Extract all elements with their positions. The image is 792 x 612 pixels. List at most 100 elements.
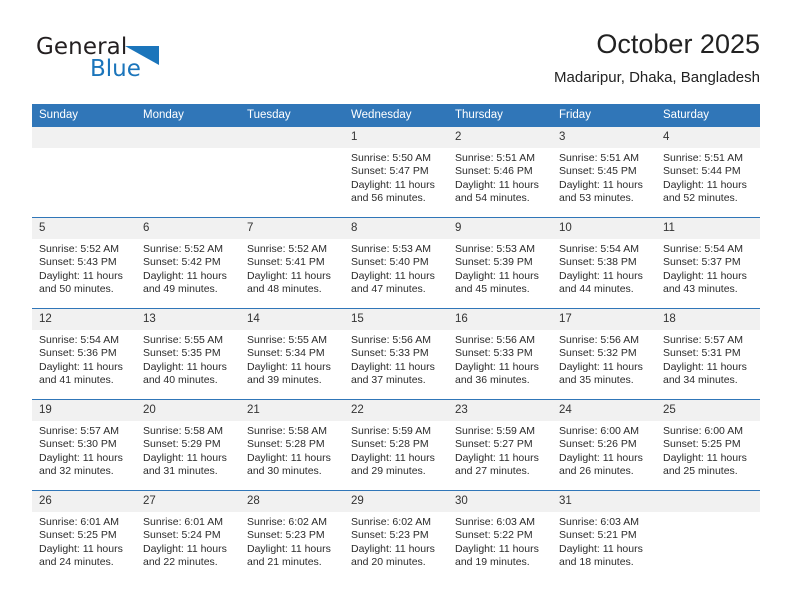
sunrise-text: Sunrise: 5:52 AM bbox=[39, 243, 119, 255]
day-cell[interactable]: 1 Sunrise: 5:50 AM Sunset: 5:47 PM Dayli… bbox=[344, 126, 448, 218]
daylight-text-line1: Daylight: 11 hours bbox=[663, 451, 747, 464]
day-info: Sunrise: 5:56 AM Sunset: 5:33 PM Dayligh… bbox=[344, 330, 448, 388]
day-cell[interactable] bbox=[136, 126, 240, 218]
day-cell[interactable]: 19 Sunrise: 5:57 AM Sunset: 5:30 PM Dayl… bbox=[32, 399, 136, 491]
sunrise-text: Sunrise: 5:56 AM bbox=[351, 334, 431, 346]
daylight-text-line2: and 25 minutes. bbox=[663, 465, 738, 478]
daylight-text-line2: and 41 minutes. bbox=[39, 374, 114, 387]
calendar-grid: Sunday Monday Tuesday Wednesday Thursday… bbox=[32, 104, 760, 581]
sunset-text: Sunset: 5:25 PM bbox=[663, 438, 741, 451]
day-cell[interactable]: 22 Sunrise: 5:59 AM Sunset: 5:28 PM Dayl… bbox=[344, 399, 448, 491]
sunrise-text: Sunrise: 6:00 AM bbox=[559, 425, 639, 437]
day-cell[interactable]: 17 Sunrise: 5:56 AM Sunset: 5:32 PM Dayl… bbox=[552, 308, 656, 400]
daylight-text-line2: and 30 minutes. bbox=[247, 465, 322, 478]
sunset-text: Sunset: 5:28 PM bbox=[351, 438, 429, 451]
day-cell[interactable]: 30 Sunrise: 6:03 AM Sunset: 5:22 PM Dayl… bbox=[448, 490, 552, 581]
day-number: 8 bbox=[344, 218, 448, 239]
sunrise-text: Sunrise: 5:51 AM bbox=[663, 152, 743, 164]
day-number: 9 bbox=[448, 218, 552, 239]
day-cell[interactable]: 4 Sunrise: 5:51 AM Sunset: 5:44 PM Dayli… bbox=[656, 126, 760, 218]
day-cell[interactable] bbox=[32, 126, 136, 218]
day-cell[interactable]: 3 Sunrise: 5:51 AM Sunset: 5:45 PM Dayli… bbox=[552, 126, 656, 218]
day-cell[interactable]: 24 Sunrise: 6:00 AM Sunset: 5:26 PM Dayl… bbox=[552, 399, 656, 491]
day-cell[interactable]: 21 Sunrise: 5:58 AM Sunset: 5:28 PM Dayl… bbox=[240, 399, 344, 491]
daylight-text-line1: Daylight: 11 hours bbox=[663, 269, 747, 282]
daylight-text-line1: Daylight: 11 hours bbox=[247, 269, 331, 282]
day-cell[interactable]: 9 Sunrise: 5:53 AM Sunset: 5:39 PM Dayli… bbox=[448, 217, 552, 309]
day-cell[interactable]: 28 Sunrise: 6:02 AM Sunset: 5:23 PM Dayl… bbox=[240, 490, 344, 581]
day-info: Sunrise: 5:51 AM Sunset: 5:46 PM Dayligh… bbox=[448, 148, 552, 206]
week-row: 26 Sunrise: 6:01 AM Sunset: 5:25 PM Dayl… bbox=[32, 490, 760, 581]
sunrise-text: Sunrise: 6:01 AM bbox=[143, 516, 223, 528]
sunset-text: Sunset: 5:37 PM bbox=[663, 256, 741, 269]
day-number: 6 bbox=[136, 218, 240, 239]
day-cell[interactable]: 2 Sunrise: 5:51 AM Sunset: 5:46 PM Dayli… bbox=[448, 126, 552, 218]
day-cell[interactable]: 14 Sunrise: 5:55 AM Sunset: 5:34 PM Dayl… bbox=[240, 308, 344, 400]
daylight-text-line2: and 53 minutes. bbox=[559, 192, 634, 205]
daylight-text-line1: Daylight: 11 hours bbox=[247, 451, 331, 464]
calendar-page: General Blue October 2025 Madaripur, Dha… bbox=[0, 0, 792, 612]
day-cell[interactable]: 20 Sunrise: 5:58 AM Sunset: 5:29 PM Dayl… bbox=[136, 399, 240, 491]
day-cell[interactable]: 15 Sunrise: 5:56 AM Sunset: 5:33 PM Dayl… bbox=[344, 308, 448, 400]
weekday-header-monday: Monday bbox=[136, 104, 240, 127]
general-blue-logo[interactable]: General Blue bbox=[32, 34, 272, 90]
weekday-header-tuesday: Tuesday bbox=[240, 104, 344, 127]
day-cell[interactable]: 27 Sunrise: 6:01 AM Sunset: 5:24 PM Dayl… bbox=[136, 490, 240, 581]
day-number: 26 bbox=[32, 491, 136, 512]
day-cell[interactable]: 26 Sunrise: 6:01 AM Sunset: 5:25 PM Dayl… bbox=[32, 490, 136, 581]
page-title: October 2025 bbox=[596, 29, 760, 59]
day-cell[interactable]: 18 Sunrise: 5:57 AM Sunset: 5:31 PM Dayl… bbox=[656, 308, 760, 400]
daylight-text-line1: Daylight: 11 hours bbox=[351, 451, 435, 464]
sunset-text: Sunset: 5:29 PM bbox=[143, 438, 221, 451]
day-number: 20 bbox=[136, 400, 240, 421]
daylight-text-line1: Daylight: 11 hours bbox=[455, 269, 539, 282]
day-cell[interactable]: 25 Sunrise: 6:00 AM Sunset: 5:25 PM Dayl… bbox=[656, 399, 760, 491]
day-cell[interactable]: 11 Sunrise: 5:54 AM Sunset: 5:37 PM Dayl… bbox=[656, 217, 760, 309]
day-number: 28 bbox=[240, 491, 344, 512]
sunset-text: Sunset: 5:23 PM bbox=[351, 529, 429, 542]
sunset-text: Sunset: 5:28 PM bbox=[247, 438, 325, 451]
daylight-text-line2: and 22 minutes. bbox=[143, 556, 218, 569]
day-number: 19 bbox=[32, 400, 136, 421]
day-cell[interactable]: 31 Sunrise: 6:03 AM Sunset: 5:21 PM Dayl… bbox=[552, 490, 656, 581]
day-info: Sunrise: 5:53 AM Sunset: 5:39 PM Dayligh… bbox=[448, 239, 552, 297]
day-number: 10 bbox=[552, 218, 656, 239]
daylight-text-line1: Daylight: 11 hours bbox=[559, 178, 643, 191]
daylight-text-line2: and 48 minutes. bbox=[247, 283, 322, 296]
day-cell[interactable]: 5 Sunrise: 5:52 AM Sunset: 5:43 PM Dayli… bbox=[32, 217, 136, 309]
sunrise-text: Sunrise: 6:01 AM bbox=[39, 516, 119, 528]
day-cell[interactable]: 6 Sunrise: 5:52 AM Sunset: 5:42 PM Dayli… bbox=[136, 217, 240, 309]
day-cell[interactable]: 29 Sunrise: 6:02 AM Sunset: 5:23 PM Dayl… bbox=[344, 490, 448, 581]
day-number: 14 bbox=[240, 309, 344, 330]
daylight-text-line1: Daylight: 11 hours bbox=[351, 360, 435, 373]
daylight-text-line1: Daylight: 11 hours bbox=[143, 360, 227, 373]
day-info: Sunrise: 6:01 AM Sunset: 5:25 PM Dayligh… bbox=[32, 512, 136, 570]
sunrise-text: Sunrise: 5:54 AM bbox=[663, 243, 743, 255]
sunrise-text: Sunrise: 5:55 AM bbox=[247, 334, 327, 346]
daylight-text-line2: and 21 minutes. bbox=[247, 556, 322, 569]
sunrise-text: Sunrise: 6:03 AM bbox=[455, 516, 535, 528]
daylight-text-line2: and 19 minutes. bbox=[455, 556, 530, 569]
day-info: Sunrise: 5:55 AM Sunset: 5:35 PM Dayligh… bbox=[136, 330, 240, 388]
week-row: 1 Sunrise: 5:50 AM Sunset: 5:47 PM Dayli… bbox=[32, 126, 760, 218]
day-number: 29 bbox=[344, 491, 448, 512]
day-cell[interactable]: 8 Sunrise: 5:53 AM Sunset: 5:40 PM Dayli… bbox=[344, 217, 448, 309]
logo-text-blue: Blue bbox=[90, 56, 141, 82]
day-cell[interactable]: 7 Sunrise: 5:52 AM Sunset: 5:41 PM Dayli… bbox=[240, 217, 344, 309]
day-number: 30 bbox=[448, 491, 552, 512]
day-cell[interactable] bbox=[240, 126, 344, 218]
day-cell[interactable]: 10 Sunrise: 5:54 AM Sunset: 5:38 PM Dayl… bbox=[552, 217, 656, 309]
sunset-text: Sunset: 5:31 PM bbox=[663, 347, 741, 360]
weekday-header-row: Sunday Monday Tuesday Wednesday Thursday… bbox=[32, 104, 760, 127]
daylight-text-line2: and 20 minutes. bbox=[351, 556, 426, 569]
day-cell[interactable]: 23 Sunrise: 5:59 AM Sunset: 5:27 PM Dayl… bbox=[448, 399, 552, 491]
daylight-text-line1: Daylight: 11 hours bbox=[143, 542, 227, 555]
day-cell[interactable]: 16 Sunrise: 5:56 AM Sunset: 5:33 PM Dayl… bbox=[448, 308, 552, 400]
daylight-text-line1: Daylight: 11 hours bbox=[351, 542, 435, 555]
day-cell[interactable]: 12 Sunrise: 5:54 AM Sunset: 5:36 PM Dayl… bbox=[32, 308, 136, 400]
day-cell[interactable]: 13 Sunrise: 5:55 AM Sunset: 5:35 PM Dayl… bbox=[136, 308, 240, 400]
sunset-text: Sunset: 5:23 PM bbox=[247, 529, 325, 542]
day-cell[interactable] bbox=[656, 490, 760, 581]
title-block: October 2025 Madaripur, Dhaka, Banglades… bbox=[554, 28, 760, 87]
daylight-text-line2: and 45 minutes. bbox=[455, 283, 530, 296]
